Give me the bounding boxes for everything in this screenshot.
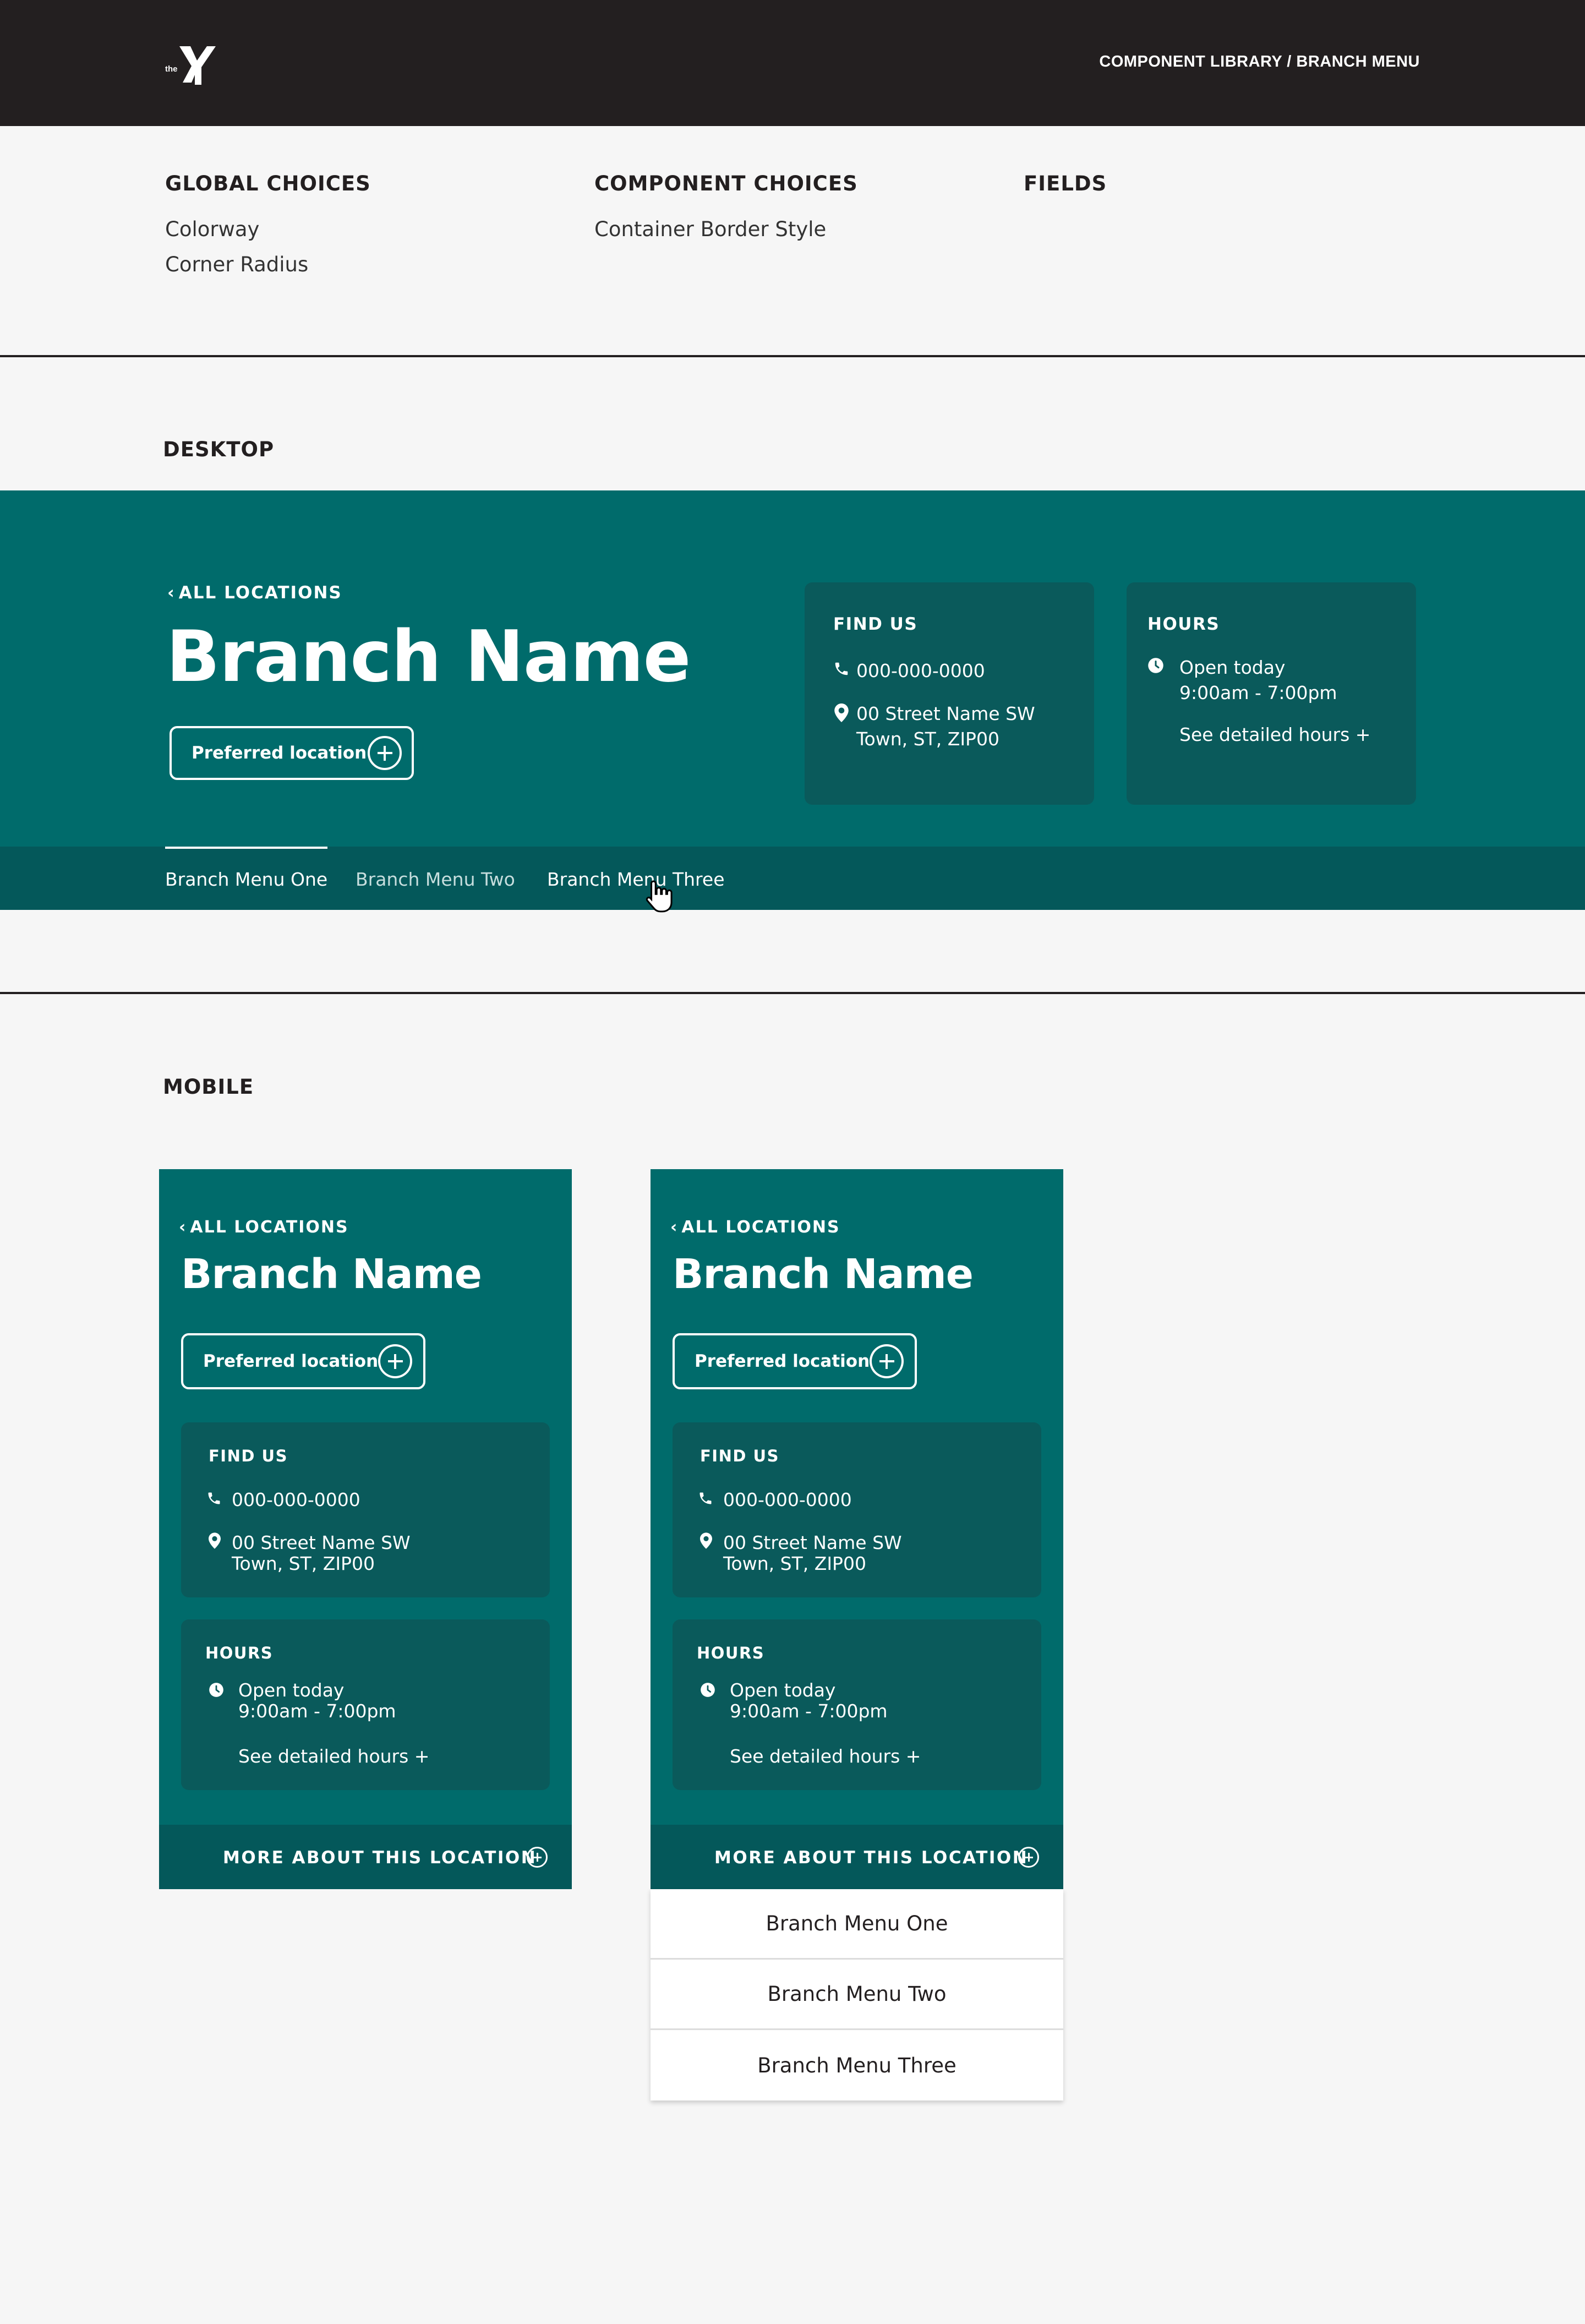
plus-circle-icon [527, 1847, 548, 1868]
branch-menu-one-item[interactable]: Branch Menu One [651, 1889, 1063, 1960]
component-choices-title: COMPONENT CHOICES [594, 172, 858, 195]
phone-icon [699, 1492, 712, 1504]
chevron-left-icon: ‹ [670, 1218, 679, 1237]
branch-title: Branch Name [166, 616, 691, 698]
preferred-location-label: Preferred location [695, 1351, 870, 1371]
phone-number[interactable]: 000-000-0000 [856, 659, 985, 682]
y-logo-icon[interactable]: the [163, 44, 218, 87]
all-locations-label: ALL LOCATIONS [190, 1218, 349, 1237]
branch-menu-three-tab[interactable]: Branch Menu Three [547, 869, 725, 890]
location-pin-icon [209, 1532, 221, 1549]
address-line2: Town, ST, ZIP00 [723, 1553, 866, 1574]
more-about-location-label: MORE ABOUT THIS LOCATION [714, 1848, 1029, 1868]
top-bar: the COMPONENT LIBRARY / BRANCH MENU [0, 0, 1585, 126]
all-locations-link[interactable]: ‹ ALL LOCATIONS [179, 1218, 349, 1237]
location-pin-icon [700, 1532, 712, 1549]
svg-text:the: the [165, 64, 178, 74]
chevron-left-icon: ‹ [167, 583, 176, 603]
branch-hero-mobile-collapsed: ‹ ALL LOCATIONS Branch Name Preferred loc… [159, 1169, 572, 1889]
more-about-location-toggle[interactable]: MORE ABOUT THIS LOCATION [651, 1825, 1063, 1889]
hours-time: 9:00am - 7:00pm [730, 1700, 888, 1722]
plus-circle-icon [870, 1344, 904, 1378]
hours-status: Open today [1179, 657, 1286, 678]
hours-time: 9:00am - 7:00pm [1179, 682, 1337, 703]
mobile-section-label: MOBILE [163, 1075, 254, 1099]
address-line2: Town, ST, ZIP00 [232, 1553, 375, 1574]
branch-title: Branch Name [181, 1251, 482, 1298]
all-locations-label: ALL LOCATIONS [178, 583, 342, 603]
preferred-location-button[interactable]: Preferred location [181, 1333, 425, 1389]
choice-corner-radius[interactable]: Corner Radius [165, 247, 371, 282]
hours-time: 9:00am - 7:00pm [238, 1700, 396, 1722]
global-choices-title: GLOBAL CHOICES [165, 172, 371, 195]
detailed-hours-link[interactable]: See detailed hours + [1179, 723, 1370, 746]
find-us-title: FIND US [700, 1447, 779, 1465]
all-locations-label: ALL LOCATIONS [681, 1218, 840, 1237]
find-us-title: FIND US [209, 1447, 288, 1465]
chevron-left-icon: ‹ [179, 1218, 187, 1237]
location-pin-icon [834, 703, 849, 722]
branch-menu-three-item[interactable]: Branch Menu Three [651, 2030, 1063, 2101]
branch-title: Branch Name [673, 1251, 974, 1298]
branch-menu-two-item[interactable]: Branch Menu Two [651, 1960, 1063, 2030]
divider [0, 992, 1585, 994]
hours-title: HOURS [697, 1644, 765, 1662]
phone-number[interactable]: 000-000-0000 [723, 1488, 852, 1511]
hours-status: Open today [238, 1679, 345, 1701]
address-line1: 00 Street Name SW [856, 703, 1035, 724]
hours-card: HOURS Open today 9:00am - 7:00pm See det… [181, 1619, 550, 1790]
choice-colorway[interactable]: Colorway [165, 212, 371, 247]
phone-number[interactable]: 000-000-0000 [232, 1488, 360, 1511]
all-locations-link[interactable]: ‹ ALL LOCATIONS [670, 1218, 840, 1237]
hours-card: HOURS Open today 9:00am - 7:00pm See det… [1127, 582, 1416, 805]
divider [0, 355, 1585, 357]
global-choices: GLOBAL CHOICES Colorway Corner Radius [165, 172, 371, 282]
address-line1: 00 Street Name SW [723, 1532, 902, 1553]
hours-status: Open today [730, 1679, 836, 1701]
clock-icon [1148, 658, 1163, 673]
more-about-location-toggle[interactable]: MORE ABOUT THIS LOCATION [159, 1825, 572, 1889]
find-us-card: FIND US 000-000-0000 00 Street Name SW T… [181, 1422, 550, 1597]
preferred-location-label: Preferred location [192, 743, 367, 763]
branch-menu-desktop: Branch Menu One Branch Menu Two Branch M… [0, 847, 1585, 910]
branch-menu-one-tab[interactable]: Branch Menu One [165, 847, 328, 890]
plus-circle-icon [1018, 1847, 1039, 1868]
choice-container-border-style[interactable]: Container Border Style [594, 212, 858, 247]
hours-title: HOURS [205, 1644, 274, 1662]
hours-title: HOURS [1147, 614, 1220, 634]
detailed-hours-link[interactable]: See detailed hours + [238, 1745, 429, 1767]
plus-circle-icon [368, 736, 402, 770]
find-us-card: FIND US 000-000-0000 00 Street Name SW T… [805, 582, 1094, 805]
clock-icon [209, 1683, 223, 1697]
branch-menu-three-label: Branch Menu Three [547, 869, 725, 890]
find-us-title: FIND US [833, 614, 918, 634]
desktop-section-label: DESKTOP [163, 438, 275, 461]
address-line1: 00 Street Name SW [232, 1532, 411, 1553]
branch-hero-desktop: ‹ ALL LOCATIONS Branch Name Preferred loc… [0, 490, 1585, 847]
plus-circle-icon [378, 1344, 412, 1378]
phone-icon [835, 662, 848, 675]
address-line2: Town, ST, ZIP00 [856, 728, 999, 750]
hours-card: HOURS Open today 9:00am - 7:00pm See det… [673, 1619, 1041, 1790]
fields-title: FIELDS [1024, 172, 1107, 195]
branch-menu-mobile-dropdown: Branch Menu One Branch Menu Two Branch M… [651, 1889, 1063, 2101]
breadcrumb[interactable]: COMPONENT LIBRARY / BRANCH MENU [1099, 53, 1420, 71]
all-locations-link[interactable]: ‹ ALL LOCATIONS [167, 583, 342, 603]
clock-icon [701, 1683, 715, 1697]
find-us-card: FIND US 000-000-0000 00 Street Name SW T… [673, 1422, 1041, 1597]
preferred-location-button[interactable]: Preferred location [170, 726, 414, 780]
detailed-hours-link[interactable]: See detailed hours + [730, 1745, 921, 1767]
phone-icon [208, 1492, 220, 1504]
component-choices: COMPONENT CHOICES Container Border Style [594, 172, 858, 247]
preferred-location-button[interactable]: Preferred location [673, 1333, 917, 1389]
more-about-location-label: MORE ABOUT THIS LOCATION [223, 1848, 537, 1868]
branch-hero-mobile-expanded: ‹ ALL LOCATIONS Branch Name Preferred loc… [651, 1169, 1063, 1889]
preferred-location-label: Preferred location [203, 1351, 379, 1371]
branch-menu-two-tab[interactable]: Branch Menu Two [356, 869, 515, 890]
hand-cursor-icon [646, 880, 673, 913]
fields: FIELDS [1024, 172, 1107, 212]
